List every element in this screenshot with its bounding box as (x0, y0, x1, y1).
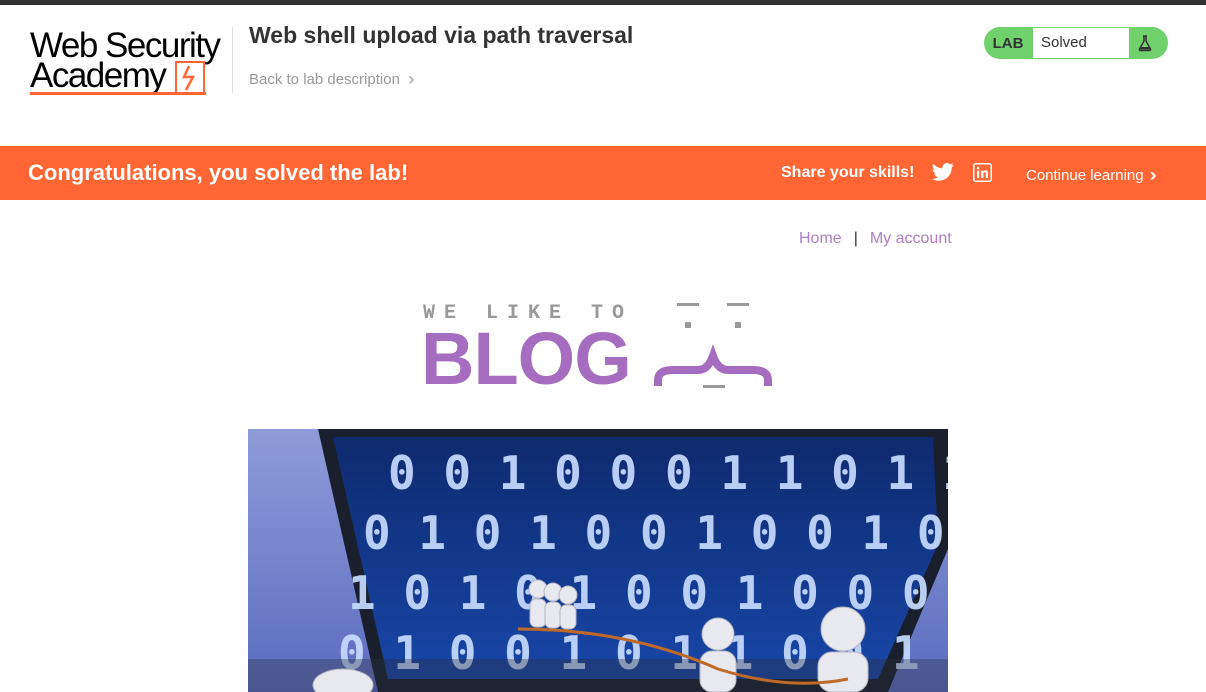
laptop-binary-illustration: 0 0 1 0 0 0 1 1 0 1 1 0 1 0 1 0 0 1 0 0 … (248, 429, 948, 692)
back-link-label: Back to lab description (249, 71, 400, 88)
header-divider (232, 27, 233, 93)
congratulations-message: Congratulations, you solved the lab! (28, 160, 409, 185)
double-chevron-right-icon: ›› (1149, 165, 1157, 185)
lab-solved-banner: Congratulations, you solved the lab! Sha… (0, 146, 1206, 200)
my-account-link[interactable]: My account (870, 230, 952, 248)
continue-learning-label: Continue learning (1026, 167, 1144, 184)
blog-title: BLOG (421, 317, 632, 400)
back-to-lab-description-link[interactable]: Back to lab description ›› (249, 69, 415, 90)
blog-banner-logo: WE LIKE TO BLOG (421, 298, 775, 400)
logo-mark-icon (175, 61, 205, 95)
double-chevron-right-icon: ›› (407, 69, 415, 89)
svg-text:0 1 0 1 0 0 1 0 0 1 0: 0 1 0 1 0 0 1 0 0 1 0 (363, 506, 945, 560)
logo-underline (30, 92, 206, 95)
lab-status-label: LAB (992, 35, 1024, 52)
lab-title: Web shell upload via path traversal (249, 22, 634, 48)
logo-line2: Academy (30, 56, 167, 95)
linkedin-icon[interactable] (973, 163, 992, 182)
twitter-icon[interactable] (932, 162, 954, 182)
web-security-academy-logo[interactable]: Web Security Academy (30, 27, 230, 99)
blog-face-icon (654, 303, 772, 388)
home-link[interactable]: Home (799, 230, 842, 248)
share-your-skills-label: Share your skills! (781, 164, 915, 181)
continue-learning-link[interactable]: Continue learning ›› (1026, 165, 1157, 186)
flask-icon (1136, 34, 1154, 52)
lab-status-widget: LAB Solved (984, 27, 1168, 59)
svg-text:0 0 1 0 0 0 1 1 0 1 1: 0 0 1 0 0 0 1 1 0 1 1 (388, 446, 948, 500)
lab-status-value: Solved (1032, 27, 1130, 59)
blog-post-image[interactable]: 0 0 1 0 0 0 1 1 0 1 1 0 1 0 1 0 0 1 0 0 … (248, 429, 948, 692)
blog-nav: Home | My account (799, 230, 952, 248)
academy-header: Web Security Academy Web shell upload vi… (0, 5, 1206, 146)
nav-separator: | (853, 230, 858, 247)
